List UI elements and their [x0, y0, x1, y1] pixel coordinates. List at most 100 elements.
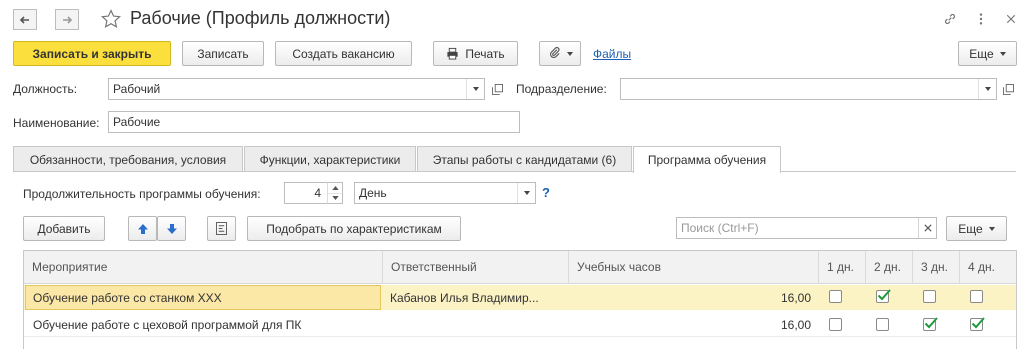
pick-by-characteristics-label: Подобрать по характеристикам: [266, 221, 442, 236]
arrow-down-icon: [166, 223, 177, 234]
event-cell[interactable]: Обучение работе со станком ХХХ: [25, 285, 381, 310]
day-3-checkbox[interactable]: [923, 317, 938, 331]
day-2-checkbox[interactable]: [876, 289, 891, 303]
position-dropdown[interactable]: [466, 79, 484, 99]
move-down-button[interactable]: [157, 216, 186, 241]
paperclip-icon: [548, 46, 561, 62]
checkmark-icon: [971, 317, 985, 329]
stepper-down-icon[interactable]: [328, 192, 342, 204]
hours-value: 16,00: [780, 317, 811, 332]
duration-stepper[interactable]: [327, 182, 343, 204]
arrow-right-icon: [63, 15, 73, 24]
name-label: Наименование:: [13, 116, 100, 130]
attach-button[interactable]: [539, 41, 581, 66]
save-label: Записать: [197, 46, 249, 61]
create-vacancy-button[interactable]: Создать вакансию: [275, 41, 412, 66]
day-2-checkbox[interactable]: [876, 318, 889, 331]
tab-training-program-label: Программа обучения: [647, 153, 767, 167]
responsible-name: Кабанов Илья Владимир...: [390, 290, 539, 305]
name-field[interactable]: Рабочие: [108, 111, 520, 133]
position-field[interactable]: Рабочий: [108, 78, 485, 100]
table-more-button[interactable]: Еще: [946, 216, 1007, 241]
tab-divider: [13, 171, 1016, 172]
training-events-table: Мероприятие Ответственный Учебных часов …: [23, 250, 1017, 349]
add-label: Добавить: [37, 221, 91, 236]
department-field[interactable]: [620, 78, 997, 100]
hours-value: 16,00: [780, 290, 811, 305]
responsible-cell[interactable]: Кабанов Илья Владимир...: [390, 285, 566, 310]
name-value: Рабочие: [113, 115, 161, 129]
forward-button[interactable]: [55, 9, 79, 30]
duration-field[interactable]: 4: [284, 182, 328, 204]
back-button[interactable]: [13, 9, 37, 30]
move-up-button[interactable]: [128, 216, 157, 241]
create-vacancy-label: Создать вакансию: [292, 46, 395, 61]
position-open-button[interactable]: [487, 78, 507, 100]
column-header-hours[interactable]: Учебных часов: [568, 251, 818, 284]
link-icon[interactable]: [941, 10, 959, 28]
department-open-button[interactable]: [998, 78, 1018, 100]
stepper-up-icon[interactable]: [328, 183, 342, 193]
table-row[interactable]: Обучение работе с цеховой программой для…: [24, 312, 1016, 337]
tab-candidate-stages[interactable]: Этапы работы с кандидатами (6): [417, 146, 632, 172]
chevron-down-icon: [566, 51, 573, 56]
add-button[interactable]: Добавить: [23, 216, 105, 241]
duration-unit-dropdown[interactable]: [517, 183, 535, 203]
favorite-star-icon[interactable]: [100, 8, 122, 30]
day-1-checkbox[interactable]: [829, 290, 842, 303]
responsible-cell[interactable]: [390, 312, 566, 337]
day-1-checkbox[interactable]: [829, 318, 842, 331]
close-icon[interactable]: [1002, 10, 1020, 28]
more-label: Еще: [969, 46, 994, 61]
column-header-responsible[interactable]: Ответственный: [382, 251, 568, 284]
table-more-label: Еще: [958, 221, 983, 236]
save-and-close-button[interactable]: Записать и закрыть: [13, 41, 171, 66]
day-3-checkbox[interactable]: [923, 290, 936, 303]
tab-duties[interactable]: Обязанности, требования, условия: [13, 146, 243, 172]
print-button[interactable]: Печать: [433, 41, 518, 66]
tab-duties-label: Обязанности, требования, условия: [29, 152, 227, 167]
more-vertical-icon[interactable]: [972, 10, 990, 28]
event-name: Обучение работе со станком ХХХ: [33, 290, 222, 305]
chevron-down-icon: [523, 191, 530, 195]
more-button[interactable]: Еще: [958, 41, 1017, 66]
search-clear-button[interactable]: [918, 218, 936, 238]
files-link[interactable]: Файлы: [593, 47, 631, 61]
checkmark-icon: [924, 317, 938, 329]
department-label: Подразделение:: [516, 82, 607, 96]
print-label: Печать: [465, 46, 505, 61]
hours-cell[interactable]: 16,00: [568, 312, 811, 337]
help-icon[interactable]: ?: [542, 185, 550, 200]
chevron-down-icon: [472, 87, 479, 91]
open-window-icon: [491, 83, 503, 95]
sort-button[interactable]: [207, 216, 236, 241]
day-4-checkbox[interactable]: [970, 317, 985, 331]
sort-list-icon: [216, 222, 227, 235]
table-row[interactable]: Обучение работе со станком ХХХ Кабанов И…: [24, 285, 1016, 310]
column-header-event[interactable]: Мероприятие: [24, 251, 382, 284]
search-input[interactable]: Поиск (Ctrl+F): [676, 217, 937, 239]
department-dropdown[interactable]: [978, 79, 996, 99]
position-label: Должность:: [13, 82, 78, 96]
tab-candidate-stages-label: Этапы работы с кандидатами (6): [432, 152, 617, 167]
search-placeholder: Поиск (Ctrl+F): [681, 221, 759, 235]
column-header-day-2[interactable]: 2 дн.: [865, 251, 912, 284]
column-header-day-4[interactable]: 4 дн.: [959, 251, 1016, 284]
column-header-day-1[interactable]: 1 дн.: [818, 251, 865, 284]
printer-icon: [446, 47, 459, 60]
position-value: Рабочий: [113, 82, 161, 96]
clear-icon: [923, 224, 932, 232]
save-button[interactable]: Записать: [182, 41, 264, 66]
open-window-icon: [1002, 83, 1014, 95]
tab-functions-label: Функции, характеристики: [259, 152, 401, 167]
column-header-day-3[interactable]: 3 дн.: [912, 251, 959, 284]
tab-functions[interactable]: Функции, характеристики: [244, 146, 416, 172]
hours-cell[interactable]: 16,00: [568, 285, 811, 310]
day-4-checkbox[interactable]: [970, 290, 983, 303]
pick-by-characteristics-button[interactable]: Подобрать по характеристикам: [247, 216, 461, 241]
chevron-down-icon: [988, 226, 995, 231]
duration-unit-field[interactable]: День: [354, 182, 536, 204]
tab-training-program[interactable]: Программа обучения: [633, 146, 781, 173]
save-and-close-label: Записать и закрыть: [32, 46, 152, 61]
event-cell[interactable]: Обучение работе с цеховой программой для…: [25, 312, 381, 337]
